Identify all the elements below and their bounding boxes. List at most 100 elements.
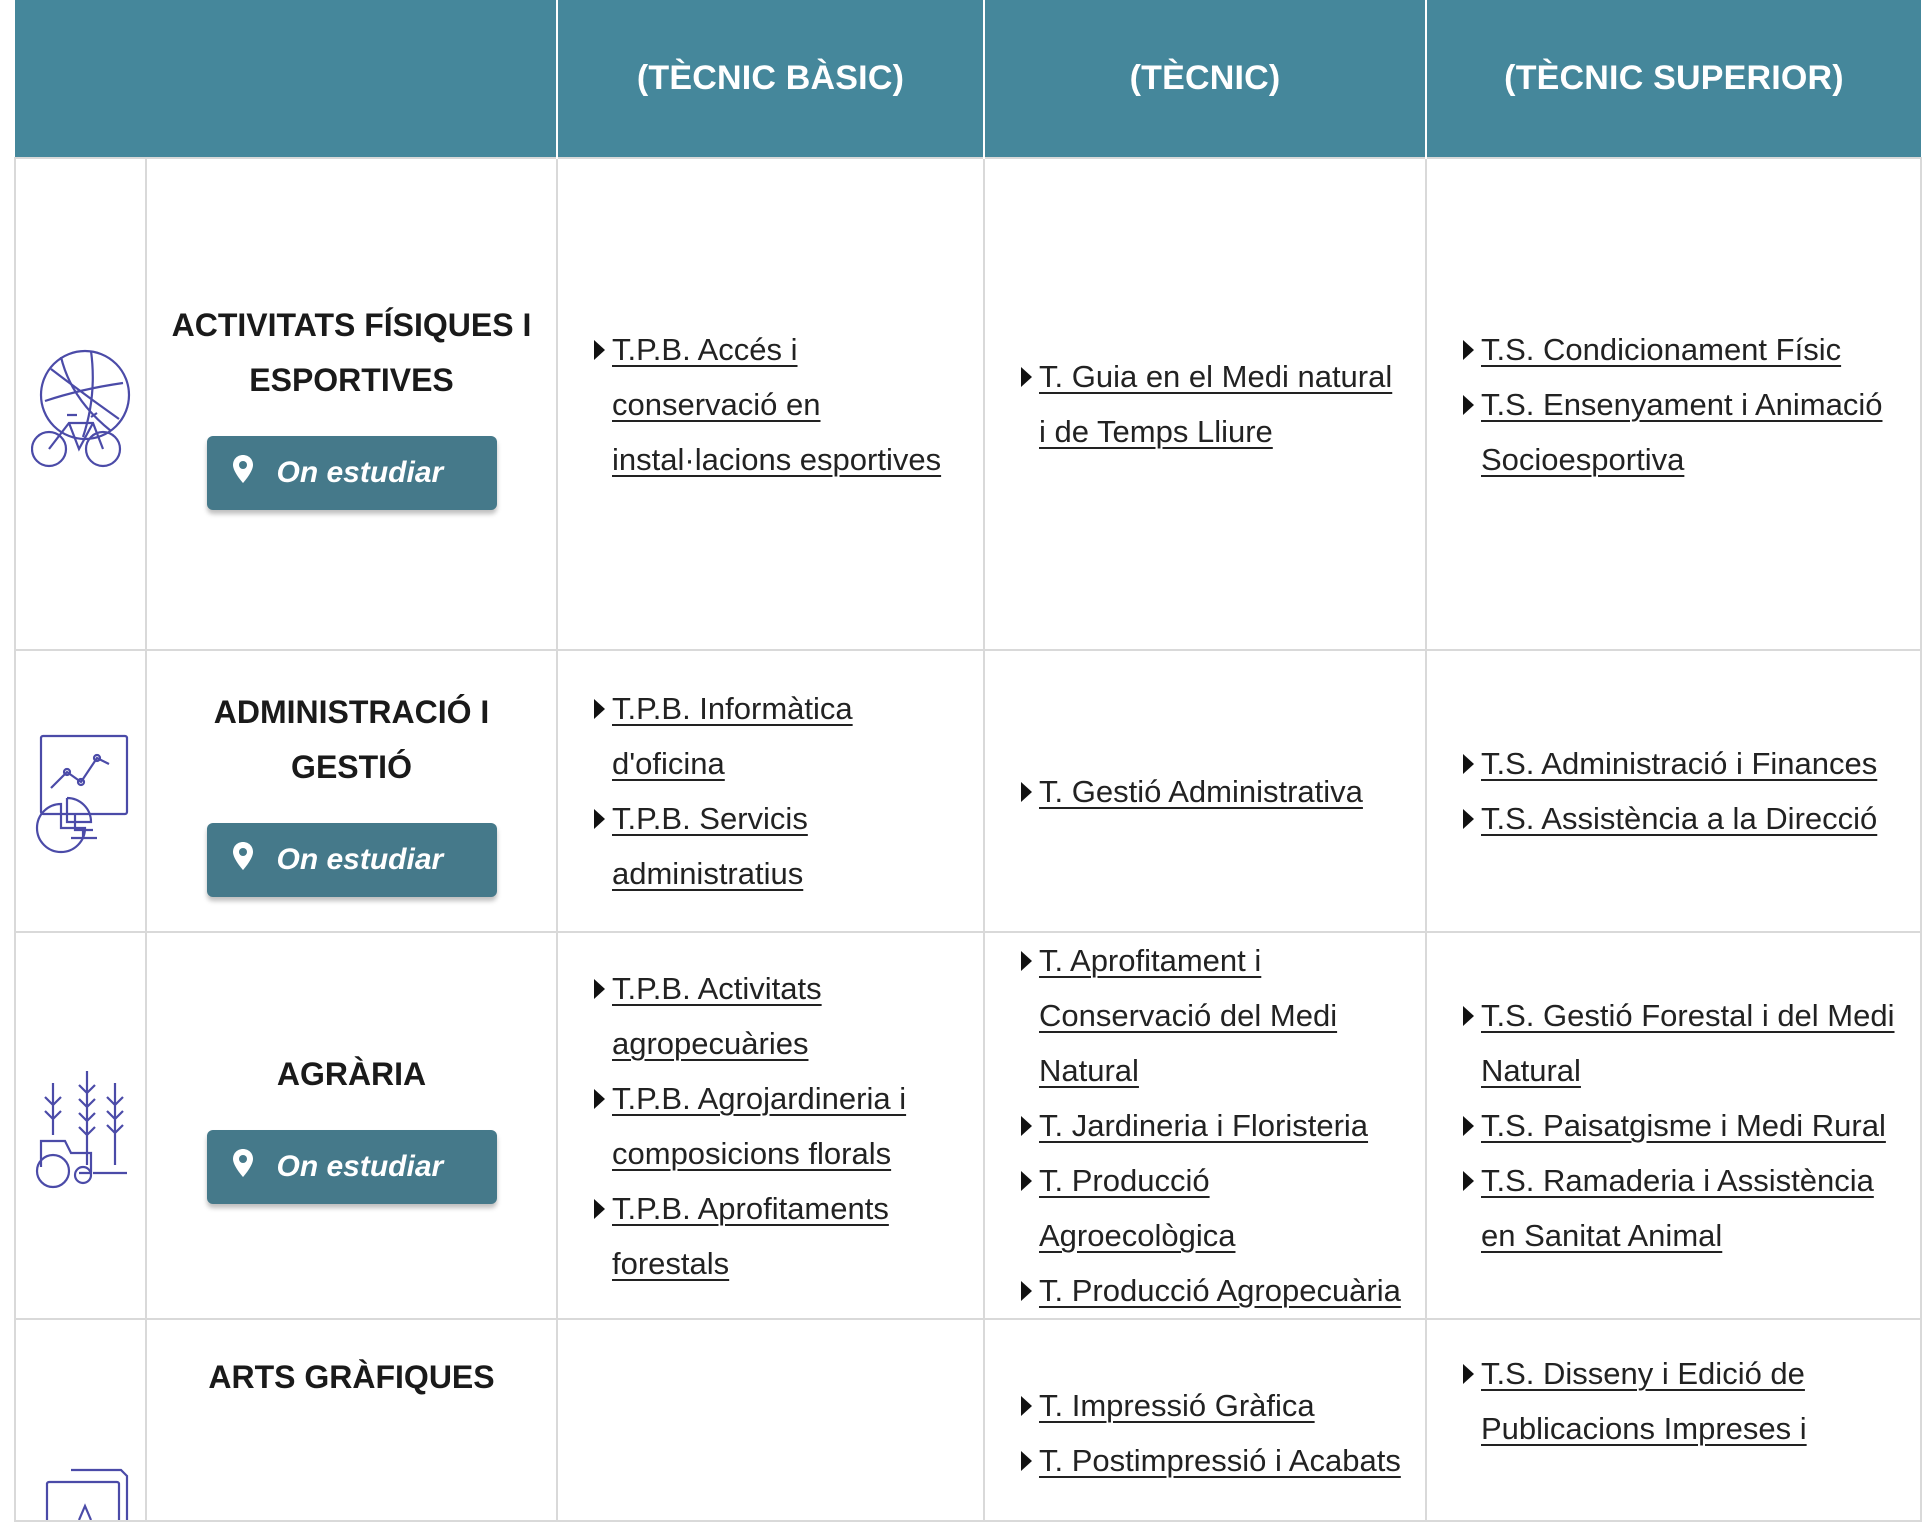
superior-courses-cell: T.S. Disseny i Edició de Publicacions Im… [1425,1318,1922,1522]
course-link[interactable]: T.P.B. Informàtica d'oficina [612,691,853,781]
table-row: AGRÀRIA On estudiar T.P.B. Activitats ag… [14,931,1922,1320]
course-link[interactable]: T. Guia en el Medi natural i de Temps Ll… [1039,359,1392,449]
family-title-line: ESPORTIVES [249,362,454,398]
basic-courses-cell: T.P.B. Activitats agropecuàries T.P.B. A… [556,931,985,1320]
where-to-study-button[interactable]: On estudiar [206,1130,497,1204]
list-item: T.S. Condicionament Físic [1463,322,1902,377]
list-item: T. Producció Agropecuària [1021,1263,1407,1318]
list-item: T.P.B. Informàtica d'oficina [594,681,965,791]
list-item: T.P.B. Aprofitaments forestals [594,1181,965,1291]
location-pin-icon [232,842,253,878]
header-basic-level: (TÈCNIC BÀSIC) [557,0,985,158]
list-item: T.P.B. Activitats agropecuàries [594,961,965,1071]
family-icon-cell [14,931,147,1320]
course-link[interactable]: T.S. Assistència a la Direcció [1481,801,1877,836]
list-item: T.S. Assistència a la Direcció [1463,791,1902,846]
header-superior-level: (TÈCNIC SUPERIOR) [1426,0,1921,158]
family-icon-cell [14,649,147,933]
vocational-training-table-container: (TÈCNIC BÀSIC) (TÈCNIC) (TÈCNIC SUPERIOR… [14,0,1922,1522]
course-link[interactable]: T.S. Disseny i Edició de Publicacions Im… [1481,1356,1807,1446]
family-cell: AGRÀRIA On estudiar [145,931,558,1320]
family-icon-cell [14,157,147,651]
course-list: T. Aprofitament i Conservació del Medi N… [985,933,1425,1318]
course-link[interactable]: T. Producció Agroecològica [1039,1163,1235,1253]
course-list: T.S. Administració i Finances T.S. Assis… [1427,736,1920,846]
vocational-training-table: (TÈCNIC BÀSIC) (TÈCNIC) (TÈCNIC SUPERIOR… [14,0,1922,1522]
family-title-line: ARTS GRÀFIQUES [208,1359,495,1395]
course-link[interactable]: T.S. Gestió Forestal i del Medi Natural [1481,998,1895,1088]
family-title: ARTS GRÀFIQUES [147,1350,556,1405]
list-item: T.S. Administració i Finances [1463,736,1902,791]
location-pin-icon [232,455,253,491]
header-family-column [15,0,558,158]
superior-courses-cell: T.S. Gestió Forestal i del Medi Natural … [1425,931,1922,1320]
course-list: T.P.B. Informàtica d'oficina T.P.B. Serv… [558,681,983,901]
where-to-study-label: On estudiar [276,1150,444,1183]
superior-courses-cell: T.S. Condicionament Físic T.S. Ensenyame… [1425,157,1922,651]
basic-courses-cell: T.P.B. Informàtica d'oficina T.P.B. Serv… [556,649,985,933]
table-row: ADMINISTRACIÓ I GESTIÓ On estudiar T.P.B… [14,649,1922,933]
where-to-study-button[interactable]: On estudiar [206,436,497,510]
list-item: T.S. Ensenyament i Animació Socioesporti… [1463,377,1902,487]
course-link[interactable]: T.P.B. Activitats agropecuàries [612,971,822,1061]
where-to-study-button[interactable]: On estudiar [206,823,497,897]
family-icon-cell [14,1318,147,1522]
course-link[interactable]: T.P.B. Aprofitaments forestals [612,1191,889,1281]
family-cell: ADMINISTRACIÓ I GESTIÓ On estudiar [145,649,558,933]
course-list: T. Guia en el Medi natural i de Temps Ll… [985,349,1425,459]
mid-courses-cell: T. Aprofitament i Conservació del Medi N… [983,931,1427,1320]
location-pin-icon [232,1149,253,1185]
course-link[interactable]: T.S. Ensenyament i Animació Socioesporti… [1481,387,1882,477]
list-item: T. Gestió Administrativa [1021,764,1407,819]
course-list: T. Gestió Administrativa [985,764,1425,819]
where-to-study-label: On estudiar [276,843,444,876]
mid-courses-cell: T. Impressió Gràfica T. Postimpressió i … [983,1318,1427,1522]
family-title: ACTIVITATS FÍSIQUES I ESPORTIVES [147,298,556,408]
printed-pages-icon [45,1468,128,1520]
list-item: T.S. Ramaderia i Assistència en Sanitat … [1463,1153,1902,1263]
list-item: T.S. Gestió Forestal i del Medi Natural [1463,988,1902,1098]
list-item: T. Aprofitament i Conservació del Medi N… [1021,933,1407,1098]
mid-courses-cell: T. Guia en el Medi natural i de Temps Ll… [983,157,1427,651]
header-mid-level: (TÈCNIC) [984,0,1427,158]
list-item: T.P.B. Servicis administratius [594,791,965,901]
basic-courses-cell: T.P.B. Accés i conservació en instal·lac… [556,157,985,651]
family-title-line: AGRÀRIA [276,1056,427,1092]
tractor-wheat-icon [35,1070,127,1188]
course-link[interactable]: T. Aprofitament i Conservació del Medi N… [1039,943,1337,1088]
family-cell: ARTS GRÀFIQUES [145,1318,558,1522]
superior-courses-cell: T.S. Administració i Finances T.S. Assis… [1425,649,1922,933]
family-title-line: ADMINISTRACIÓ I GESTIÓ [213,694,490,785]
course-link[interactable]: T.S. Ramaderia i Assistència en Sanitat … [1481,1163,1874,1253]
sports-ball-bicycle-icon [30,349,130,468]
course-link[interactable]: T.S. Paisatgisme i Medi Rural [1481,1108,1886,1143]
list-item: T. Guia en el Medi natural i de Temps Ll… [1021,349,1407,459]
table-row: ARTS GRÀFIQUES T. Impressió Gràfica T. P… [14,1318,1922,1522]
family-title-line: ACTIVITATS FÍSIQUES I [171,307,532,343]
chart-monitor-icon [35,734,128,854]
list-item: T. Postimpressió i Acabats [1021,1433,1407,1488]
course-link[interactable]: T.S. Administració i Finances [1481,746,1877,781]
course-link[interactable]: T. Producció Agropecuària [1039,1273,1401,1308]
family-title: AGRÀRIA [147,1047,556,1102]
table-header: (TÈCNIC BÀSIC) (TÈCNIC) (TÈCNIC SUPERIOR… [15,0,1921,158]
course-link[interactable]: T.P.B. Agrojardineria i composicions flo… [612,1081,906,1171]
course-link[interactable]: T. Gestió Administrativa [1039,774,1363,809]
basic-courses-cell [556,1318,985,1522]
course-link[interactable]: T. Jardineria i Floristeria [1039,1108,1368,1143]
list-item: T. Producció Agroecològica [1021,1153,1407,1263]
course-link[interactable]: T.P.B. Servicis administratius [612,801,808,891]
course-link[interactable]: T.P.B. Accés i conservació en instal·lac… [612,332,941,477]
mid-courses-cell: T. Gestió Administrativa [983,649,1427,933]
course-list: T.P.B. Activitats agropecuàries T.P.B. A… [558,961,983,1291]
course-link[interactable]: T.S. Condicionament Físic [1481,332,1841,367]
course-link[interactable]: T. Postimpressió i Acabats [1039,1443,1401,1478]
list-item: T.S. Paisatgisme i Medi Rural [1463,1098,1902,1153]
family-title: ADMINISTRACIÓ I GESTIÓ [147,685,556,795]
list-item: T. Jardineria i Floristeria [1021,1098,1407,1153]
course-list: T.S. Condicionament Físic T.S. Ensenyame… [1427,322,1920,487]
course-link[interactable]: T. Impressió Gràfica [1039,1388,1315,1423]
course-list: T. Impressió Gràfica T. Postimpressió i … [985,1378,1425,1488]
table-row: ACTIVITATS FÍSIQUES I ESPORTIVES On estu… [14,157,1922,651]
list-item: T.P.B. Accés i conservació en instal·lac… [594,322,965,487]
